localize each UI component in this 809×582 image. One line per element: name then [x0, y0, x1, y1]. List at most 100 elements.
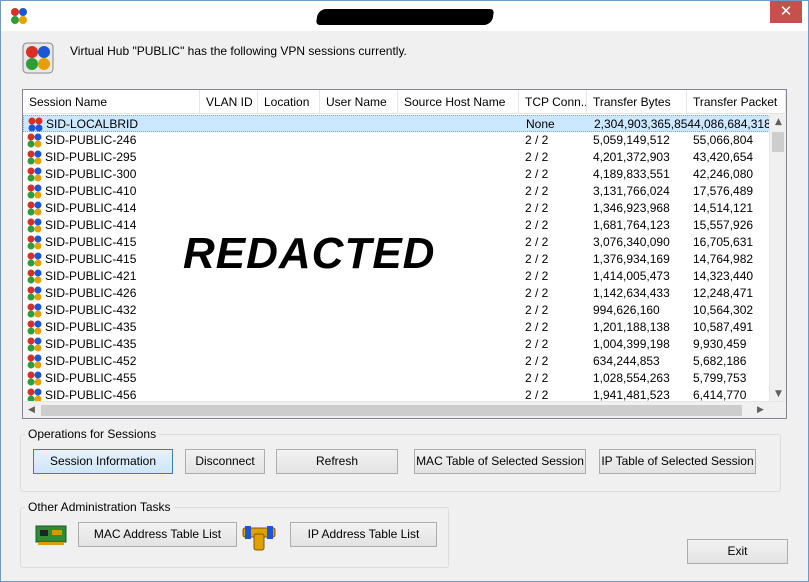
table-row[interactable]: SID-PUBLIC-435 2 / 2 1,201,188,138 10,587,4…: [23, 319, 772, 336]
session-name-cell: SID-PUBLIC-455: [45, 371, 137, 385]
session-name-cell: SID-LOCALBRID: [46, 117, 139, 131]
column-tcp-connections[interactable]: TCP Conn...: [519, 90, 587, 114]
mac-address-table-list-button[interactable]: MAC Address Table List: [78, 522, 237, 547]
ip-table-of-selected-session-button[interactable]: IP Table of Selected Session: [599, 449, 756, 474]
session-name-cell: SID-PUBLIC-410: [45, 184, 137, 198]
vertical-scroll-thumb[interactable]: [772, 132, 784, 152]
column-location[interactable]: Location: [258, 90, 320, 114]
session-name-cell: SID-PUBLIC-435: [45, 337, 137, 351]
tcp-connections-cell: 2 / 2: [525, 201, 549, 215]
tcp-connections-cell: 2 / 2: [525, 303, 549, 317]
header-message: Virtual Hub "PUBLIC" has the following V…: [70, 44, 407, 58]
scroll-right-arrow[interactable]: ▶: [752, 402, 769, 418]
transfer-packets-cell: 16,705,631: [693, 235, 754, 249]
transfer-packets-cell: 14,764,982: [693, 252, 754, 266]
column-user-name[interactable]: User Name: [320, 90, 398, 114]
transfer-bytes-cell: 1,376,934,169: [593, 252, 670, 266]
transfer-bytes-cell: 5,059,149,512: [593, 133, 670, 147]
transfer-packets-cell: 5,799,753: [693, 371, 747, 385]
bridge-session-icon: [28, 117, 43, 132]
table-row[interactable]: SID-PUBLIC-300 2 / 2 4,189,833,551 42,246,0…: [23, 166, 772, 183]
table-row[interactable]: SID-PUBLIC-455 2 / 2 1,028,554,263 5,799,75…: [23, 370, 772, 387]
table-row[interactable]: SID-PUBLIC-295 2 / 2 4,201,372,903 43,420,6…: [23, 149, 772, 166]
session-name-cell: SID-PUBLIC-452: [45, 354, 137, 368]
tcp-connections-cell: 2 / 2: [525, 337, 549, 351]
user-session-icon: [27, 303, 42, 318]
session-name-cell: SID-PUBLIC-421: [45, 269, 137, 283]
operations-legend: Operations for Sessions: [28, 427, 157, 441]
user-session-icon: [27, 269, 42, 284]
tcp-connections-cell: 2 / 2: [525, 286, 549, 300]
tcp-connections-cell: 2 / 2: [525, 252, 549, 266]
transfer-packets-cell: 10,564,302: [693, 303, 754, 317]
admin-tasks-legend: Other Administration Tasks: [28, 500, 171, 514]
transfer-bytes-cell: 994,626,160: [593, 303, 660, 317]
column-transfer-packets[interactable]: Transfer Packet: [687, 90, 786, 114]
refresh-button[interactable]: Refresh: [276, 449, 398, 474]
transfer-bytes-cell: 4,189,833,551: [593, 167, 670, 181]
ip-address-table-list-button[interactable]: IP Address Table List: [290, 522, 437, 547]
vertical-scrollbar[interactable]: ▲ ▼: [769, 114, 786, 403]
tcp-connections-cell: 2 / 2: [525, 371, 549, 385]
tcp-connections-cell: 2 / 2: [525, 354, 549, 368]
redacted-window-title: [315, 9, 495, 25]
scroll-left-arrow[interactable]: ◀: [23, 402, 40, 418]
exit-button[interactable]: Exit: [687, 539, 788, 564]
close-button[interactable]: ✕: [770, 1, 802, 23]
user-session-icon: [27, 371, 42, 386]
user-session-icon: [27, 150, 42, 165]
transfer-packets-cell: 10,587,491: [693, 320, 754, 334]
table-row[interactable]: SID-PUBLIC-435 2 / 2 1,004,399,198 9,930,45…: [23, 336, 772, 353]
column-session-name[interactable]: Session Name: [23, 90, 200, 114]
user-session-icon: [27, 235, 42, 250]
mac-table-of-selected-session-button[interactable]: MAC Table of Selected Session: [414, 449, 586, 474]
user-session-icon: [27, 184, 42, 199]
transfer-packets-cell: 42,246,080: [693, 167, 754, 181]
transfer-packets-cell: 17,576,489: [693, 184, 754, 198]
table-row[interactable]: SID-PUBLIC-432 2 / 2 994,626,160 10,564,302: [23, 302, 772, 319]
transfer-bytes-cell: 1,142,634,433: [593, 286, 670, 300]
tcp-connections-cell: 2 / 2: [525, 184, 549, 198]
scroll-up-arrow[interactable]: ▲: [770, 114, 786, 131]
session-name-cell: SID-PUBLIC-415: [45, 252, 137, 266]
virtual-hub-icon: [22, 42, 54, 74]
session-name-cell: SID-PUBLIC-246: [45, 133, 137, 147]
transfer-bytes-cell: 1,346,923,968: [593, 201, 670, 215]
transfer-bytes-cell: 1,681,764,123: [593, 218, 670, 232]
table-row[interactable]: SID-PUBLIC-452 2 / 2 634,244,853 5,682,186: [23, 353, 772, 370]
table-row[interactable]: SID-PUBLIC-426 2 / 2 1,142,634,433 12,248,4…: [23, 285, 772, 302]
network-card-icon: [35, 525, 67, 545]
session-name-cell: SID-PUBLIC-432: [45, 303, 137, 317]
transfer-bytes-cell: 4,201,372,903: [593, 150, 670, 164]
pipe-tee-icon: [242, 526, 276, 551]
vpn-sessions-window: ✕ Virtual Hub "PUBLIC" has the following…: [0, 0, 809, 582]
table-row[interactable]: SID-LOCALBRID None 2,304,903,365,854 4,086,…: [23, 115, 772, 132]
app-icon: [11, 8, 27, 24]
transfer-packets-cell: 55,066,804: [693, 133, 754, 147]
tcp-connections-cell: 2 / 2: [525, 269, 549, 283]
column-vlan-id[interactable]: VLAN ID: [200, 90, 258, 114]
transfer-bytes-cell: 1,004,399,198: [593, 337, 670, 351]
user-session-icon: [27, 286, 42, 301]
horizontal-scrollbar[interactable]: ◀ ▶: [23, 401, 786, 418]
transfer-packets-cell: 9,930,459: [693, 337, 747, 351]
transfer-bytes-cell: 2,304,903,365,854: [594, 117, 695, 131]
tcp-connections-cell: 2 / 2: [525, 320, 549, 334]
table-row[interactable]: SID-PUBLIC-414 2 / 2 1,346,923,968 14,514,1…: [23, 200, 772, 217]
horizontal-scroll-thumb[interactable]: [41, 405, 742, 416]
disconnect-button[interactable]: Disconnect: [185, 449, 265, 474]
session-name-cell: SID-PUBLIC-426: [45, 286, 137, 300]
transfer-bytes-cell: 3,131,766,024: [593, 184, 670, 198]
transfer-packets-cell: 43,420,654: [693, 150, 754, 164]
column-transfer-bytes[interactable]: Transfer Bytes: [587, 90, 687, 114]
redacted-overlay: REDACTED: [183, 229, 436, 278]
session-information-button[interactable]: Session Information: [33, 449, 173, 474]
transfer-packets-cell: 12,248,471: [693, 286, 754, 300]
transfer-bytes-cell: 1,028,554,263: [593, 371, 670, 385]
table-row[interactable]: SID-PUBLIC-410 2 / 2 3,131,766,024 17,576,4…: [23, 183, 772, 200]
transfer-packets-cell: 4,086,684,318: [694, 117, 771, 131]
tcp-connections-cell: 2 / 2: [525, 167, 549, 181]
column-source-host-name[interactable]: Source Host Name: [398, 90, 519, 114]
user-session-icon: [27, 133, 42, 148]
table-row[interactable]: SID-PUBLIC-246 2 / 2 5,059,149,512 55,066,8…: [23, 132, 772, 149]
